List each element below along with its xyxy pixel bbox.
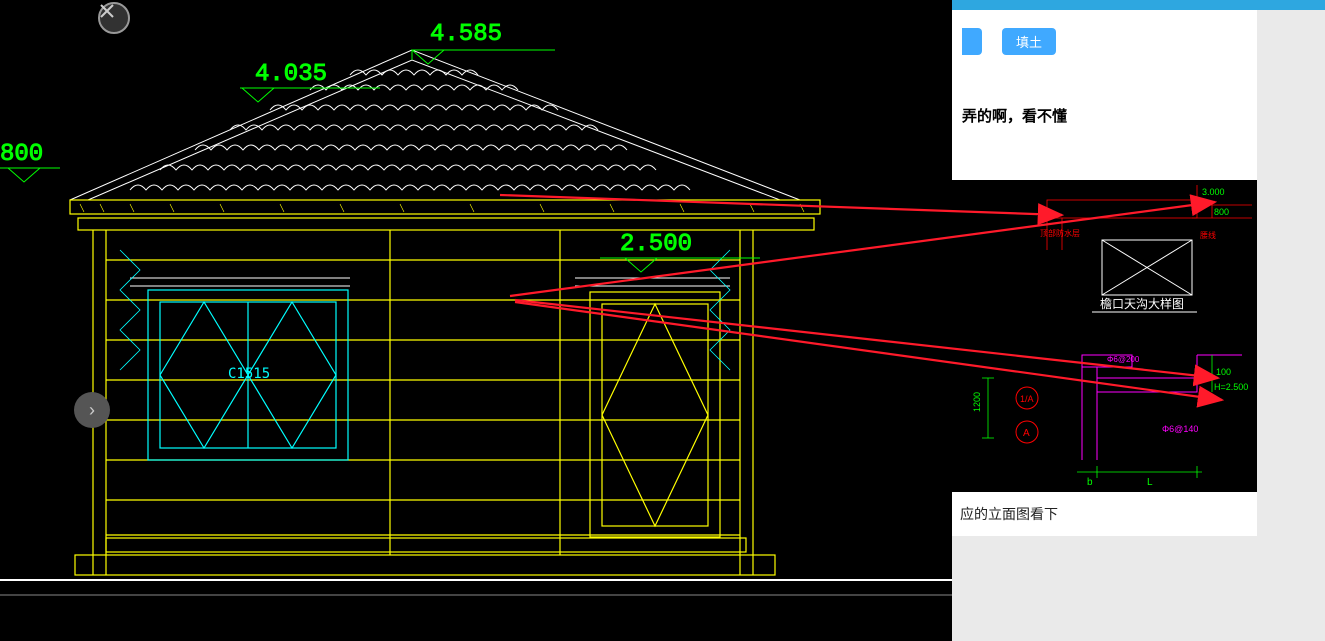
close-icon — [100, 4, 114, 18]
window-tag: C1515 — [228, 366, 270, 382]
question-text: 弄的啊，看不懂 — [962, 105, 1247, 126]
detail-L: L — [1147, 477, 1153, 488]
axis-1a: 1/A — [1020, 394, 1034, 404]
axis-a: A — [1023, 428, 1030, 439]
detail-rebar1: Φ6@140 — [1162, 424, 1198, 434]
detail-rebar2: Φ6@200 — [1107, 355, 1140, 364]
detail-label-br: 腰线 — [1200, 230, 1216, 240]
cad-drawing: 4.585 4.035 2.500 800 C1515 — [0, 0, 952, 641]
panel-top-accent — [952, 0, 1325, 10]
detail-dim-800: 800 — [1214, 207, 1229, 217]
detail-caption: 应的立面图看下 — [952, 492, 1257, 536]
detail-drawing-thumb[interactable]: 3.000 800 顶部防水层 腰线 檐口天沟大样图 — [952, 180, 1257, 492]
side-panel: 填土 弄的啊，看不懂 — [952, 0, 1325, 641]
detail-h2500: H=2.500 — [1214, 382, 1248, 392]
detail-b: b — [1087, 477, 1093, 488]
dim-lintel: 2.500 — [620, 231, 692, 258]
cad-main-view[interactable]: 4.585 4.035 2.500 800 C1515 › — [0, 0, 952, 641]
detail-title: 檐口天沟大样图 — [1100, 296, 1184, 311]
detail-dim-3000: 3.000 — [1202, 187, 1225, 197]
detail-dim-100: 100 — [1216, 367, 1231, 377]
dim-eave: 4.035 — [255, 61, 327, 88]
dim-ridge: 4.585 — [430, 21, 502, 48]
button-fill[interactable]: 填土 — [1002, 28, 1056, 55]
detail-label-left: 顶部防水层 — [1040, 228, 1080, 238]
detail-dim-1200: 1200 — [972, 392, 982, 412]
question-card: 填土 弄的啊，看不懂 — [952, 10, 1257, 180]
chevron-right-icon: › — [89, 400, 95, 421]
nav-next-button[interactable]: › — [74, 392, 110, 428]
detail-card: 3.000 800 顶部防水层 腰线 檐口天沟大样图 — [952, 180, 1257, 536]
dim-800: 800 — [0, 141, 43, 168]
close-button[interactable] — [98, 2, 130, 34]
button-partial[interactable] — [962, 28, 982, 55]
